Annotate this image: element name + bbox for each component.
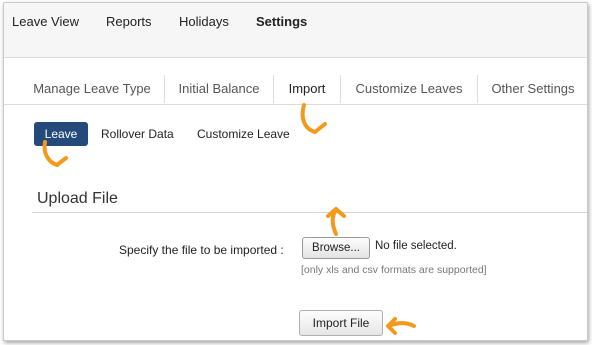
import-file-button[interactable]: Import File (299, 310, 383, 336)
settings-tabs: Manage Leave Type Initial Balance Import… (4, 73, 587, 105)
file-status: No file selected. (375, 240, 457, 252)
section-divider (32, 212, 587, 213)
pill-customize-leave[interactable]: Customize Leave (197, 127, 290, 141)
browse-button[interactable]: Browse... (302, 237, 370, 259)
nav-holidays[interactable]: Holidays (179, 14, 229, 29)
tab-manage-leave-type[interactable]: Manage Leave Type (18, 73, 166, 104)
tab-customize-leaves[interactable]: Customize Leaves (341, 73, 477, 104)
file-label: Specify the file to be imported : (119, 243, 284, 257)
tab-initial-balance[interactable]: Initial Balance (165, 73, 273, 104)
section-title: Upload File (37, 190, 118, 207)
app-window: Leave View Reports Holidays Settings Man… (3, 2, 588, 341)
nav-settings[interactable]: Settings (256, 14, 307, 29)
curved-arrow-icon (386, 317, 416, 335)
top-navigation: Leave View Reports Holidays Settings (4, 3, 587, 58)
pill-rollover-data[interactable]: Rollover Data (101, 127, 174, 141)
curved-arrow-icon (42, 140, 68, 167)
nav-leave-view[interactable]: Leave View (12, 14, 79, 29)
curved-arrow-icon (326, 207, 346, 236)
nav-reports[interactable]: Reports (106, 14, 152, 29)
format-hint: [only xls and csv formats are supported] (301, 264, 487, 276)
tab-other-settings[interactable]: Other Settings (478, 73, 587, 104)
curved-arrow-icon (300, 103, 327, 134)
